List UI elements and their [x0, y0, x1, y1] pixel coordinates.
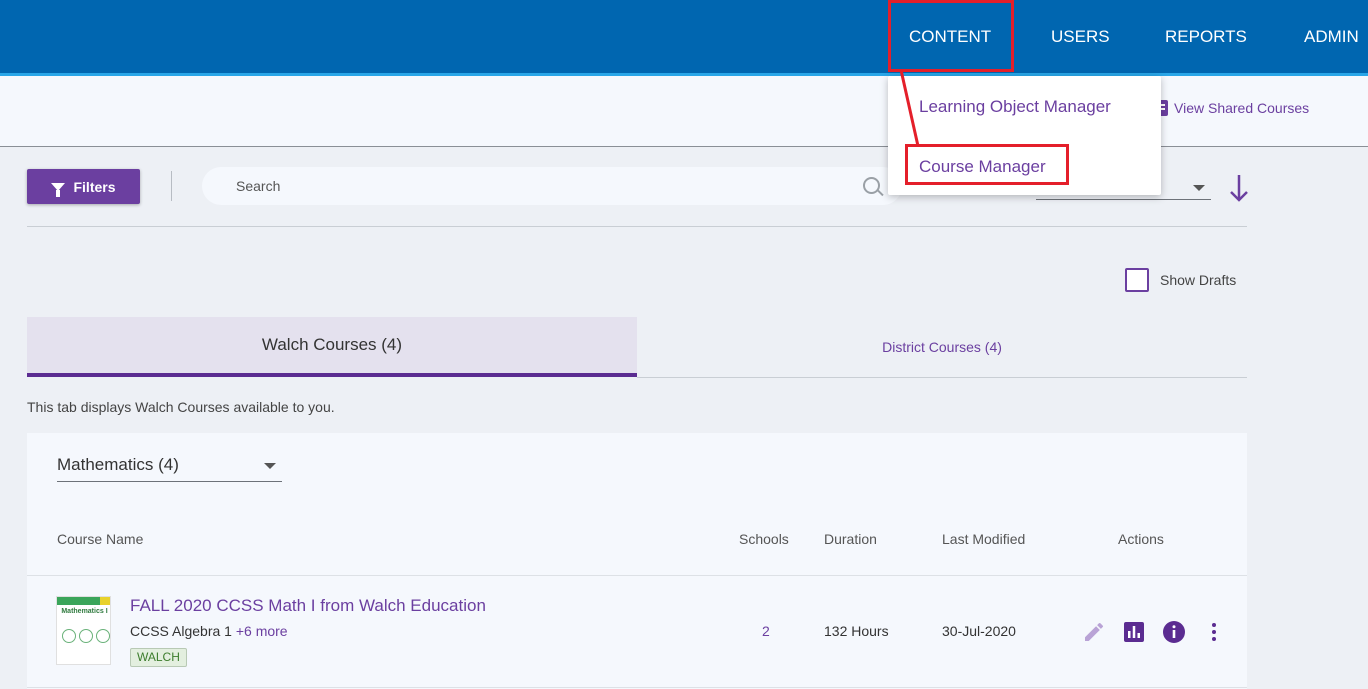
- column-header-last-modified: Last Modified: [942, 531, 1026, 547]
- course-title-link[interactable]: FALL 2020 CCSS Math I from Walch Educati…: [130, 596, 486, 616]
- nav-admin[interactable]: ADMIN: [1304, 26, 1359, 48]
- column-header-schools: Schools: [739, 531, 789, 547]
- subject-filter-select[interactable]: Mathematics (4): [57, 455, 282, 482]
- nav-users[interactable]: USERS: [1051, 26, 1110, 48]
- table-row-separator: [27, 687, 1247, 688]
- column-header-actions: Actions: [1118, 531, 1164, 547]
- course-subject: CCSS Algebra 1: [130, 623, 232, 639]
- tab-walch-courses-label: Walch Courses (4): [261, 335, 403, 354]
- chevron-down-icon: [264, 463, 276, 469]
- subject-filter-value: Mathematics (4): [57, 455, 179, 474]
- tab-district-courses-label: District Courses (4): [882, 339, 1002, 355]
- search-input[interactable]: [234, 177, 838, 195]
- menu-item-learning-object-manager[interactable]: Learning Object Manager: [919, 97, 1111, 117]
- thumbnail-graphics: [62, 629, 110, 643]
- search-box: [202, 167, 902, 205]
- course-duration: 132 Hours: [824, 623, 889, 639]
- schools-count-link[interactable]: 2: [762, 623, 770, 639]
- show-drafts-checkbox[interactable]: [1125, 268, 1149, 292]
- top-navigation-bar: [0, 0, 1368, 73]
- search-icon[interactable]: [863, 177, 880, 194]
- course-thumbnail: Mathematics I: [56, 596, 111, 665]
- chevron-down-icon: [1193, 185, 1205, 191]
- nav-content[interactable]: CONTENT: [909, 26, 991, 48]
- course-subtitle: CCSS Algebra 1 +6 more: [130, 623, 288, 639]
- sort-direction-arrow-icon[interactable]: [1228, 173, 1250, 203]
- report-chart-icon[interactable]: [1122, 620, 1146, 644]
- filter-icon: [51, 182, 66, 197]
- view-shared-courses-link[interactable]: View Shared Courses: [1154, 100, 1309, 116]
- view-shared-courses-label: View Shared Courses: [1174, 100, 1310, 116]
- show-drafts-label: Show Drafts: [1160, 272, 1237, 288]
- nav-reports[interactable]: REPORTS: [1165, 26, 1247, 48]
- toolbar-divider: [171, 171, 172, 201]
- column-header-course-name: Course Name: [57, 531, 144, 547]
- more-subjects-link[interactable]: +6 more: [236, 623, 288, 639]
- info-icon[interactable]: [1162, 620, 1186, 644]
- tab-bar-underline: [637, 377, 1247, 378]
- edit-pencil-icon[interactable]: [1082, 620, 1106, 644]
- thumbnail-band: [57, 597, 110, 605]
- publisher-badge: WALCH: [130, 648, 187, 667]
- tab-description: This tab displays Walch Courses availabl…: [27, 399, 335, 415]
- filters-button[interactable]: Filters: [27, 169, 140, 204]
- last-modified-date: 30-Jul-2020: [942, 623, 1016, 639]
- tab-district-courses[interactable]: District Courses (4): [637, 317, 1247, 377]
- content-dropdown-menu: Learning Object Manager Course Manager: [888, 76, 1161, 195]
- table-header-separator: [27, 575, 1247, 576]
- tab-walch-courses[interactable]: Walch Courses (4): [27, 317, 637, 377]
- thumbnail-title: Mathematics I: [61, 608, 108, 615]
- more-options-icon[interactable]: [1202, 620, 1226, 644]
- column-header-duration: Duration: [824, 531, 877, 547]
- menu-item-course-manager[interactable]: Course Manager: [919, 157, 1046, 177]
- filters-label: Filters: [73, 178, 116, 195]
- toolbar-separator: [27, 226, 1247, 227]
